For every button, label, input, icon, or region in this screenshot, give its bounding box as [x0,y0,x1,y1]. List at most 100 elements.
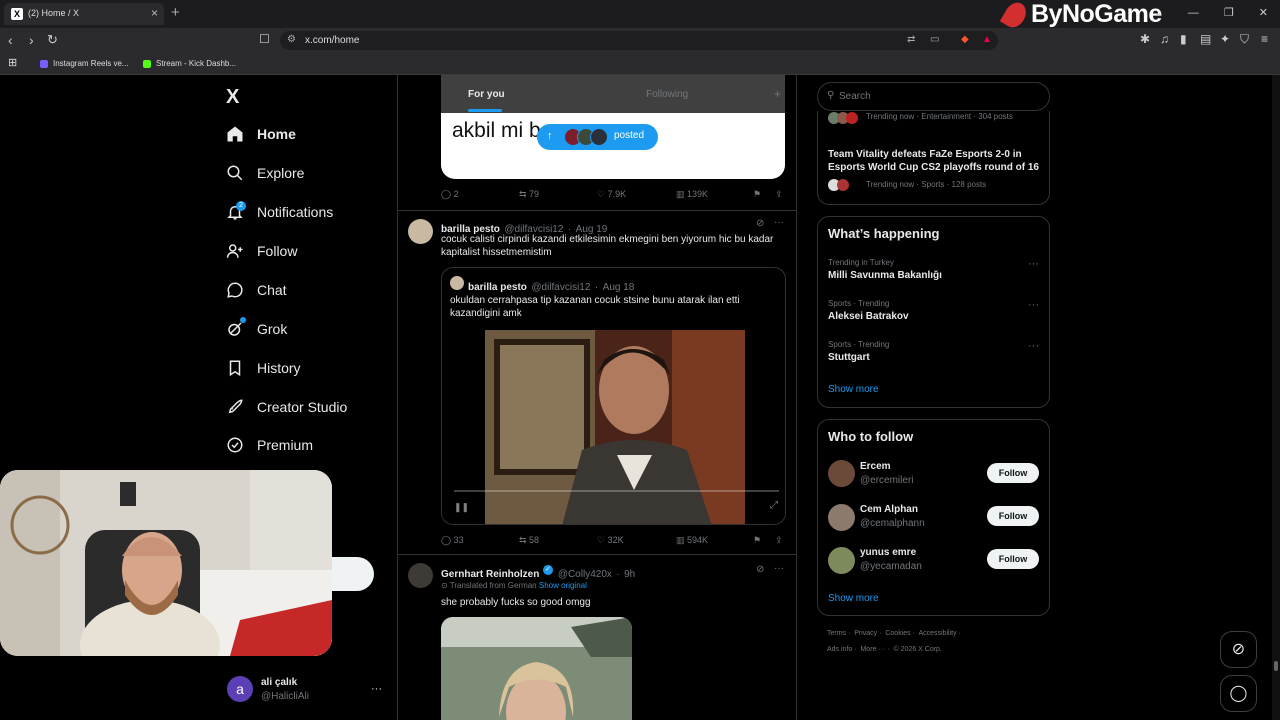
show-more-trends-link[interactable]: Show more [828,384,879,395]
cast-icon[interactable]: ▭ [930,34,939,45]
trend-more-icon[interactable]: ··· [1028,258,1039,270]
tweet-author-name[interactable]: Gernhart Reinholzen [441,569,539,580]
grok-explain-icon[interactable]: ⊘ [756,218,764,229]
footer-accessibility[interactable]: Accessibility [918,630,956,637]
bookmark-instagram[interactable]: Instagram Reels ve... [40,59,129,68]
chevron-down-icon[interactable]: ⌄ [1154,7,1163,19]
reload-icon[interactable]: ↻ [47,32,58,48]
new-posts-pill[interactable]: ↑ posted [537,124,658,150]
minimize-icon[interactable]: — [1188,7,1199,19]
more-icon[interactable]: ··· [774,563,784,574]
views-button[interactable]: ▥ 139K [676,189,708,200]
user-name[interactable]: yunus emre [860,547,916,558]
trend-headline[interactable]: Team Vitality defeats FaZe Esports 2-0 i… [828,148,1043,174]
follow-button[interactable]: Follow [987,463,1039,483]
footer-terms[interactable]: Terms [827,630,846,637]
quote-text: okuldan cerrahpasa tip kazanan cocuk sts… [450,295,740,319]
repost-button[interactable]: ⇆ 58 [519,535,539,546]
bookmark-page-icon[interactable]: ☐ [259,32,270,46]
user-avatar[interactable] [828,460,855,487]
account-avatar[interactable]: a [227,676,253,702]
like-button[interactable]: ♡ 7.9K [597,189,626,200]
close-tab-icon[interactable]: × [151,6,158,20]
footer-ads-info[interactable]: Ads info [827,646,852,653]
user-name[interactable]: Ercem [860,461,891,472]
nav-grok-label: Grok [257,321,288,337]
search-box[interactable]: ⚲ Search [817,82,1050,111]
address-bar[interactable]: ⚙ x.com/home ⇄ ▭ ◆ ▲ [280,31,998,50]
x-favicon-icon: X [11,8,23,20]
messages-float-icon[interactable]: ◯ [1220,675,1257,712]
fullscreen-icon[interactable]: ⤢ [770,500,778,511]
close-window-icon[interactable]: ✕ [1259,7,1268,19]
share-icon[interactable]: ⇪ [775,535,783,546]
tab-following[interactable]: Following [646,89,688,100]
music-icon[interactable]: ♫ [1160,32,1169,46]
nav-follow-label: Follow [257,243,298,259]
bookmark-button[interactable]: ⚑ [753,535,761,546]
pause-icon[interactable]: ❚❚ [454,502,469,513]
quote-tweet[interactable]: barilla pesto @dilfavcisi12 · Aug 18 oku… [441,267,786,525]
more-icon[interactable]: ··· [774,217,784,228]
user-name[interactable]: Cem Alphan [860,504,918,515]
trend-name[interactable]: Stuttgart [828,352,870,363]
wallet-icon[interactable]: ▤ [1200,32,1211,46]
views-button[interactable]: ▥ 594K [676,535,708,546]
grok-float-icon[interactable]: ⊘ [1220,631,1257,668]
user-avatar[interactable] [828,504,855,531]
tab-for-you[interactable]: For you [468,89,505,100]
apps-grid-icon[interactable]: ⊞ [8,56,17,69]
bookmark-button[interactable]: ⚑ [753,189,761,200]
back-icon[interactable]: ‹ [8,32,13,48]
leo-ai-icon[interactable]: ✦ [1220,32,1230,46]
trend-more-icon[interactable]: ··· [1028,299,1039,311]
user-avatar[interactable] [828,547,855,574]
tweet-avatar[interactable] [408,563,433,588]
follow-button[interactable]: Follow [987,506,1039,526]
footer-more[interactable]: More ··· [860,646,885,653]
tweet[interactable]: barilla pesto @dilfavcisi12 · Aug 19 ⊘ ·… [398,211,796,555]
video-player[interactable]: ❚❚ ⤢ [442,330,785,524]
restore-icon[interactable]: ❐ [1224,7,1234,19]
more-options-icon[interactable]: ··· [371,683,382,695]
bookmark-kick[interactable]: Stream - Kick Dashb... [143,59,236,68]
reply-button[interactable]: ◯ 2 [441,189,459,200]
like-button[interactable]: ♡ 32K [597,535,624,546]
video-progress-bar[interactable] [454,490,779,492]
extensions-icon[interactable]: ✱ [1140,32,1150,46]
tweet-avatar[interactable] [408,219,433,244]
brave-shield-icon[interactable]: ◆ [961,34,969,45]
follow-button[interactable]: Follow [987,549,1039,569]
trend-name[interactable]: Aleksei Batrakov [828,311,909,322]
trend-more-icon[interactable]: ··· [1028,340,1039,352]
repost-button[interactable]: ⇆ 79 [519,189,539,200]
forward-icon[interactable]: › [29,32,34,48]
x-logo[interactable]: X [226,86,239,109]
show-original-link[interactable]: Show original [539,581,587,590]
tweet-date[interactable]: 9h [624,569,635,580]
tweet-author-handle[interactable]: @Colly420x [558,569,612,580]
translate-icon: ⊙ [441,581,450,590]
vpn-icon[interactable]: ⛉ [1240,32,1249,47]
site-info-icon[interactable]: ⚙ [287,34,296,45]
grok-explain-icon[interactable]: ⊘ [756,564,764,575]
footer-copyright: © 2026 X Corp. [893,646,942,653]
sidebar-toggle-icon[interactable]: ▮ [1180,32,1187,46]
new-tab-icon[interactable]: + [171,4,180,21]
add-feed-icon[interactable]: + [774,87,781,101]
trend-avatars [828,179,860,191]
scrollbar-thumb[interactable] [1274,661,1278,671]
footer-privacy[interactable]: Privacy [854,630,877,637]
scrollbar-track[interactable] [1272,75,1280,720]
share-icon[interactable]: ⇪ [775,189,783,200]
browser-tab[interactable]: X (2) Home / X × [4,3,164,25]
show-more-follow-link[interactable]: Show more [828,593,879,604]
rewards-icon[interactable]: ▲ [982,34,992,45]
trend-name[interactable]: Milli Savunma Bakanlığı [828,270,942,281]
tweet[interactable]: Gernhart Reinholzen ✓ @Colly420x · 9h ⊘ … [398,555,796,720]
footer-cookies[interactable]: Cookies [885,630,910,637]
translate-icon[interactable]: ⇄ [907,34,915,45]
tweet-image[interactable] [441,617,632,720]
menu-icon[interactable]: ≡ [1261,32,1268,46]
reply-button[interactable]: ◯ 33 [441,535,464,546]
